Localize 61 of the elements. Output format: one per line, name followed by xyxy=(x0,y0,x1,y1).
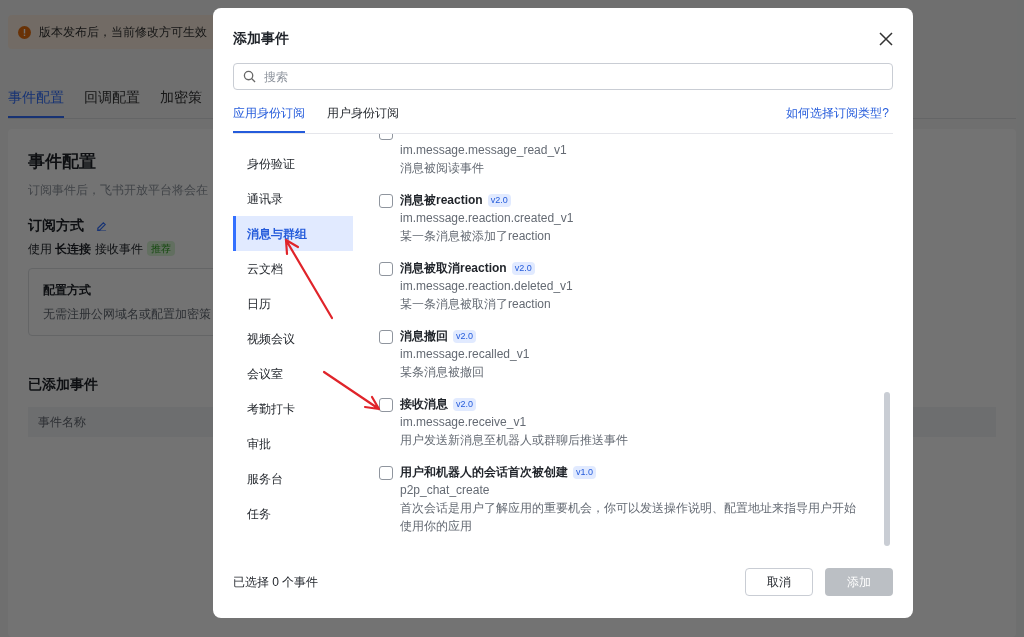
category-item[interactable]: 视频会议 xyxy=(233,321,353,356)
tab[interactable]: 应用身份订阅 xyxy=(233,104,305,133)
checkbox[interactable] xyxy=(379,194,393,208)
checkbox[interactable] xyxy=(379,262,393,276)
checkbox[interactable] xyxy=(379,466,393,480)
event-description: 某一条消息被取消了reaction xyxy=(400,296,552,313)
version-tag: v2.0 xyxy=(453,397,476,411)
category-item[interactable]: 云文档 xyxy=(233,251,353,286)
event-title: 消息撤回 xyxy=(400,328,448,345)
event-code: im.message.reaction.deleted_v1 xyxy=(400,278,573,295)
selection-count: 已选择 0 个事件 xyxy=(233,574,319,591)
category-item[interactable]: 会议室 xyxy=(233,356,353,391)
event-code: im.message.receive_v1 xyxy=(400,414,528,431)
event-code: im.message.message_read_v1 xyxy=(400,142,567,159)
event-code: im.message.recalled_v1 xyxy=(400,346,530,363)
recommend-tag: 推荐 xyxy=(146,241,175,256)
event-description: 某条消息被撤回 xyxy=(400,364,485,381)
event-description: 某一条消息被添加了reaction xyxy=(400,228,552,245)
event-code: p2p_chat_create xyxy=(400,482,491,499)
event-description: 首次会话是用户了解应用的重要机会，你可以发送操作说明、配置地址来指导用户开始使用你的应用 xyxy=(400,500,857,535)
category-item[interactable]: 考勤打卡 xyxy=(233,391,353,426)
warning-icon xyxy=(18,25,31,39)
cancel-button[interactable]: 取消 xyxy=(745,568,813,596)
event-title: 接收消息 xyxy=(400,396,448,413)
event-description: 用户发送新消息至机器人或群聊后推送事件 xyxy=(400,432,628,449)
search-field[interactable]: 搜索 xyxy=(233,63,893,90)
category-item[interactable]: 通讯录 xyxy=(233,181,353,216)
category-item[interactable]: 服务台 xyxy=(233,461,353,496)
event-title: 消息被取消reaction xyxy=(400,260,507,277)
annotation-arrow xyxy=(322,370,382,412)
tab[interactable]: 回调配置 xyxy=(84,87,140,118)
scrollbar-thumb[interactable] xyxy=(884,392,890,546)
category-item[interactable]: 消息与群组 xyxy=(233,216,353,251)
version-tag: v2.0 xyxy=(487,193,511,207)
added-events-title: 已添加事件 xyxy=(28,374,98,394)
column-header: 事件名称 xyxy=(38,413,86,431)
search-icon xyxy=(243,70,256,83)
category-item[interactable]: 任务 xyxy=(233,496,353,531)
subscribe-text: 使用 长连接 接收事件 xyxy=(28,240,143,258)
category-item[interactable]: 日历 xyxy=(233,286,353,321)
subheading: 订阅方式 xyxy=(28,215,84,235)
version-tag: v1.0 xyxy=(573,465,596,479)
notice-text: 版本发布后，当前修改方可生效 xyxy=(39,24,207,41)
version-tag: v2.0 xyxy=(511,261,535,275)
event-code: im.message.reaction.created_v1 xyxy=(400,210,574,227)
edit-icon[interactable] xyxy=(96,219,107,231)
checkbox[interactable] xyxy=(379,330,393,344)
help-link[interactable]: 如何选择订阅类型? xyxy=(786,104,889,133)
tab[interactable]: 加密策 xyxy=(160,87,202,118)
close-icon[interactable] xyxy=(879,31,893,46)
dialog-title: 添加事件 xyxy=(233,29,289,48)
category-item[interactable]: 审批 xyxy=(233,426,353,461)
tab[interactable]: 用户身份订阅 xyxy=(327,104,399,133)
event-description: 消息被阅读事件 xyxy=(400,160,485,177)
version-tag: v2.0 xyxy=(453,329,476,343)
config-title: 配置方式 xyxy=(43,281,92,299)
checkbox[interactable] xyxy=(379,398,393,412)
section-title: 事件配置 xyxy=(28,151,96,173)
event-title: 消息被reaction xyxy=(400,192,483,209)
event-title: 用户和机器人的会话首次被创建 xyxy=(400,464,568,481)
category-item[interactable]: 身份验证 xyxy=(233,146,353,181)
